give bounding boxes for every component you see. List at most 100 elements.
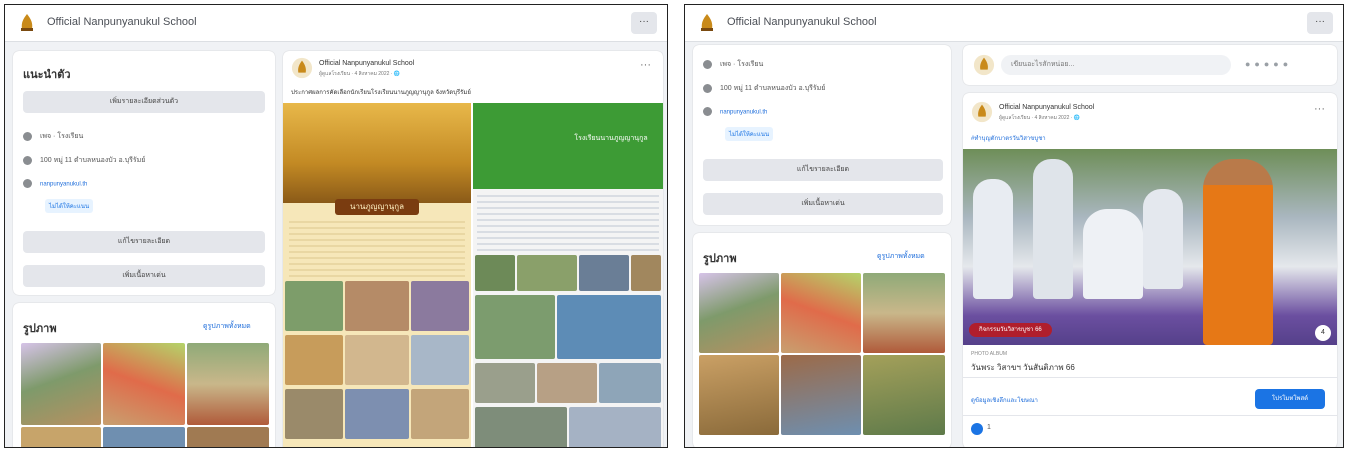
collage-photo	[631, 255, 661, 291]
school-logo-icon[interactable]	[695, 11, 719, 35]
photo-thumbnail[interactable]	[699, 355, 779, 435]
collage-photo	[475, 295, 555, 359]
location-icon	[23, 155, 32, 165]
post-meta: ผู้ดูแลโรงเรียน · 4 สิงหาคม 2022 · 🌐	[999, 115, 1081, 121]
post-author[interactable]: Official Nanpunyanukul School	[319, 60, 414, 67]
add-featured-button[interactable]: เพิ่มเนื้อหาเด่น	[703, 193, 943, 215]
collage-photo	[475, 363, 535, 403]
page-avatar-icon[interactable]	[291, 57, 313, 79]
collage-photo	[579, 255, 629, 291]
post-image-collage[interactable]: โรงเรียนนานภูญญานุกูล	[473, 103, 663, 447]
composer-icons[interactable]: ●●●●●	[1245, 59, 1292, 69]
collage-text-block	[477, 195, 659, 251]
collage-photo	[285, 281, 343, 331]
add-featured-button[interactable]: เพิ่มเนื้อหาเด่น	[23, 265, 265, 287]
school-logo-icon[interactable]	[15, 11, 39, 35]
info-category: เพจ · โรงเรียน	[703, 59, 763, 70]
collage-photo	[557, 295, 661, 359]
info-icon	[703, 59, 712, 69]
post-hashtag[interactable]: #ทำบุญตักบาตรวันวิสาขบูชา	[971, 133, 1046, 143]
info-website[interactable]: nanpunyanukul.th	[23, 179, 87, 188]
intro-card: แนะนำตัว เพิ่มรายละเอียดส่วนตัว เพจ · โร…	[13, 51, 275, 295]
info-category: เพจ · โรงเรียน	[23, 131, 83, 142]
activity-badge: กิจกรรมวันวิสาขบูชา 66	[969, 323, 1052, 337]
post-image-announcement[interactable]: นานภูญญานุกูล	[283, 103, 471, 447]
collage-photo	[411, 389, 469, 439]
collage-photo	[345, 335, 409, 385]
composer-input[interactable]: เขียนอะไรสักหน่อย...	[1001, 55, 1231, 75]
collage-photo	[345, 389, 409, 439]
collage-photo	[475, 407, 567, 447]
info-icon	[23, 131, 32, 141]
insights-link[interactable]: ดูข้อมูลเชิงลึกและโฆษณา	[971, 395, 1038, 405]
photo-thumbnail[interactable]	[21, 427, 101, 447]
post-options-button[interactable]: ···	[640, 59, 651, 71]
collage-photo	[411, 335, 469, 385]
feed-post: Official Nanpunyanukul School ผู้ดูแลโรง…	[283, 51, 663, 447]
student-figure	[973, 179, 1013, 299]
intro-title: แนะนำตัว	[23, 69, 71, 81]
see-all-photos-link[interactable]: ดูรูปภาพทั้งหมด	[203, 321, 251, 332]
feed-post: Official Nanpunyanukul School ผู้ดูแลโรง…	[963, 93, 1337, 447]
collage-photo	[475, 255, 515, 291]
more-options-button[interactable]: ···	[1307, 12, 1333, 34]
photo-thumbnail[interactable]	[103, 343, 185, 425]
monk-figure	[1203, 159, 1273, 345]
page-topbar: Official Nanpunyanukul School ···	[685, 5, 1343, 42]
banner-title: นานภูญญานุกูล	[335, 199, 419, 215]
left-screenshot: Official Nanpunyanukul School ··· แนะนำต…	[4, 4, 668, 448]
rating-chip: ไม่ได้ให้คะแนน	[45, 199, 94, 213]
post-author[interactable]: Official Nanpunyanukul School	[999, 104, 1094, 111]
announcement-text-block	[289, 221, 465, 277]
like-reaction-icon[interactable]	[971, 423, 983, 435]
photos-card: รูปภาพ ดูรูปภาพทั้งหมด	[13, 303, 275, 447]
collage-photo	[285, 389, 343, 439]
photo-count-badge[interactable]: 4	[1315, 325, 1331, 341]
photo-thumbnail[interactable]	[863, 273, 945, 353]
photo-thumbnail[interactable]	[699, 273, 779, 353]
album-title[interactable]: วันพระ วิสาขฯ วันสันติภาพ 66	[971, 361, 1075, 374]
post-text: ประกาศผลการคัดเลือกนักเรียนโรงเรียนนานภู…	[291, 90, 471, 96]
photos-title: รูปภาพ	[23, 323, 57, 335]
more-options-button[interactable]: ···	[631, 12, 657, 34]
boost-post-button[interactable]: โปรโมทโพสต์	[1255, 389, 1325, 409]
post-composer: เขียนอะไรสักหน่อย... ●●●●●	[963, 45, 1337, 85]
right-screenshot: Official Nanpunyanukul School ··· เพจ · …	[684, 4, 1344, 448]
page-avatar-icon	[973, 54, 995, 76]
globe-icon	[703, 107, 712, 116]
info-address: 100 หมู่ 11 ตำบลหนองบัว อ.บุรีรัมย์	[703, 83, 825, 94]
divider	[963, 415, 1337, 416]
photo-thumbnail[interactable]	[21, 343, 101, 425]
photo-thumbnail[interactable]	[781, 355, 861, 435]
collage-photo	[411, 281, 469, 331]
photo-thumbnail[interactable]	[863, 355, 945, 435]
photo-thumbnail[interactable]	[103, 427, 185, 447]
edit-details-button[interactable]: แก้ไขรายละเอียด	[23, 231, 265, 253]
student-figure	[1033, 159, 1073, 299]
collage-photo	[569, 407, 661, 447]
divider	[963, 377, 1337, 378]
post-photo[interactable]: กิจกรรมวันวิสาขบูชา 66 4	[963, 149, 1337, 345]
album-label: PHOTO ALBUM	[971, 351, 1008, 357]
photo-thumbnail[interactable]	[781, 273, 861, 353]
location-icon	[703, 83, 712, 93]
page-topbar: Official Nanpunyanukul School ···	[5, 5, 667, 42]
see-all-photos-link[interactable]: ดูรูปภาพทั้งหมด	[877, 251, 925, 262]
page-avatar-icon[interactable]	[971, 101, 993, 123]
edit-details-button[interactable]: แก้ไขรายละเอียด	[703, 159, 943, 181]
post-options-button[interactable]: ···	[1314, 103, 1325, 115]
post-meta: ผู้ดูแลโรงเรียน · 4 สิงหาคม 2022 · 🌐	[319, 71, 401, 77]
globe-icon	[23, 179, 32, 188]
royal-banner-image	[283, 103, 471, 203]
photos-title: รูปภาพ	[703, 253, 737, 265]
collage-photo	[345, 281, 409, 331]
rating-chip: ไม่ได้ให้คะแนน	[725, 127, 774, 141]
photo-thumbnail[interactable]	[187, 427, 269, 447]
page-name[interactable]: Official Nanpunyanukul School	[727, 16, 877, 28]
info-website[interactable]: nanpunyanukul.th	[703, 107, 767, 116]
green-banner-title: โรงเรียนนานภูญญานุกูล	[574, 135, 648, 142]
photo-thumbnail[interactable]	[187, 343, 269, 425]
info-address: 100 หมู่ 11 ตำบลหนองบัว อ.บุรีรัมย์	[23, 155, 145, 166]
add-bio-button[interactable]: เพิ่มรายละเอียดส่วนตัว	[23, 91, 265, 113]
page-name[interactable]: Official Nanpunyanukul School	[47, 16, 197, 28]
